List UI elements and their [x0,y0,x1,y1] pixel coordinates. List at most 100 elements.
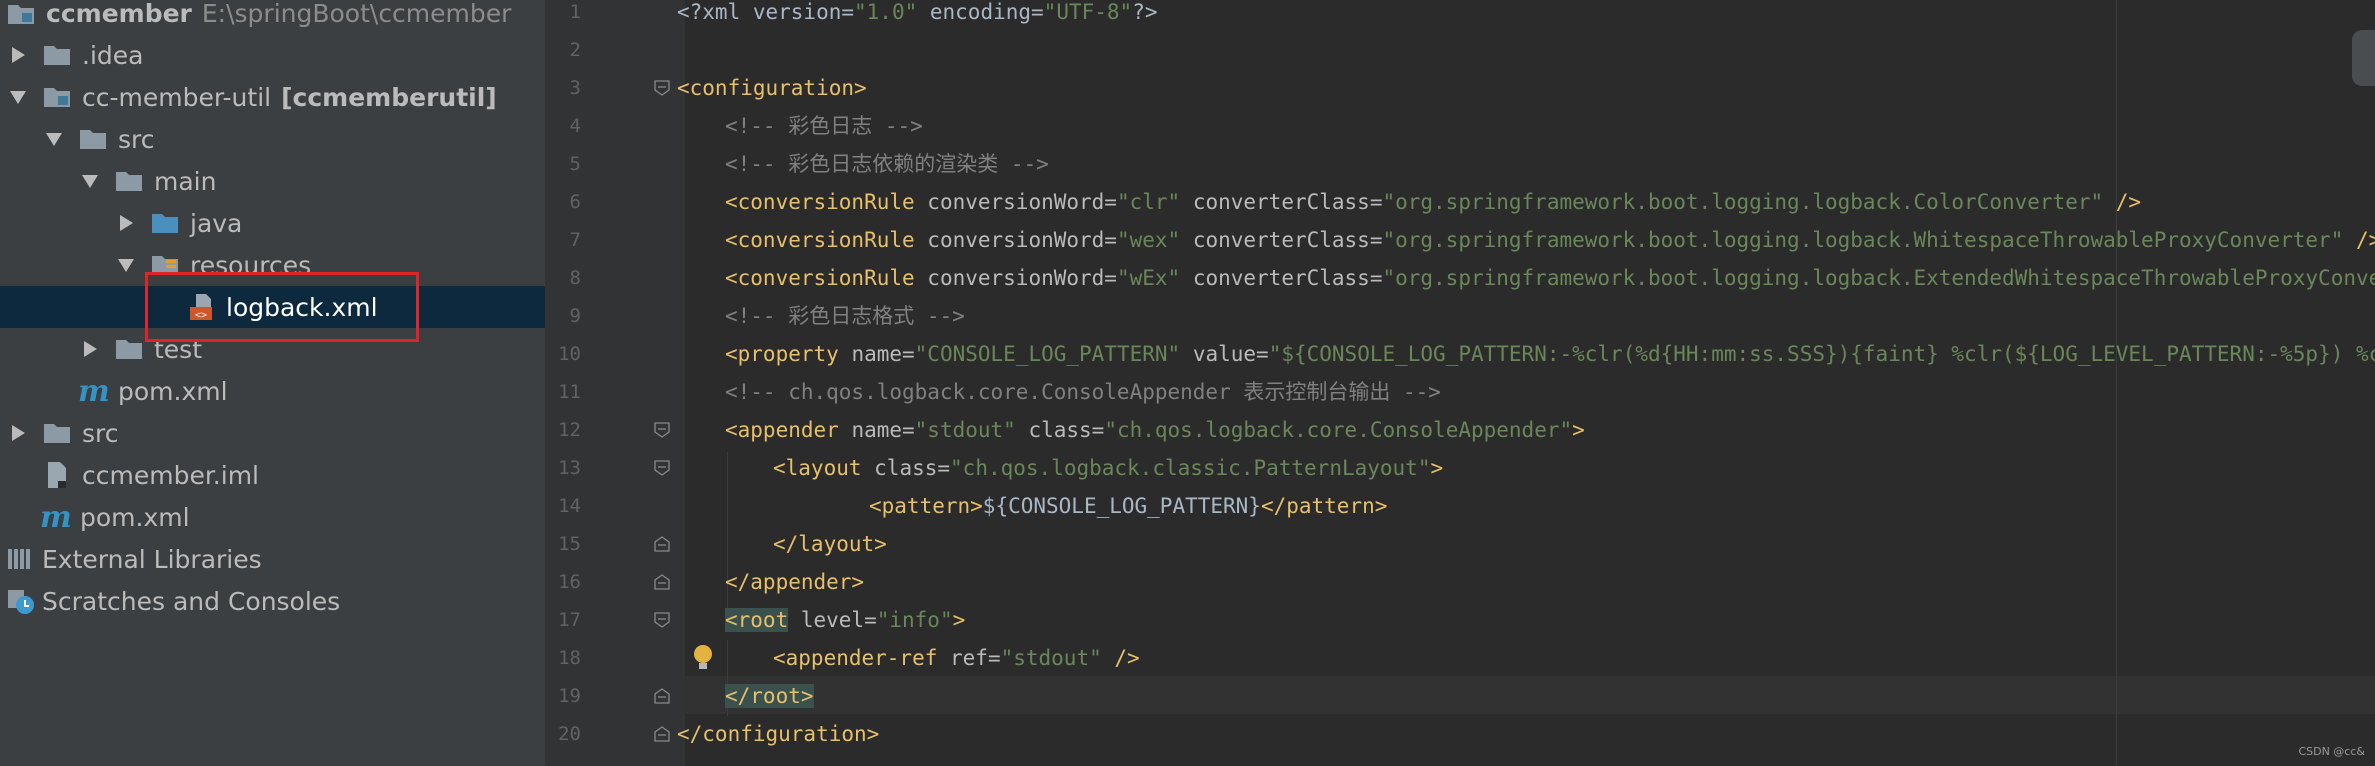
line-number: 10 [558,343,581,365]
tree-item-ccmember-iml[interactable]: ccmember.iml [0,454,545,496]
tree-item-main[interactable]: main [0,160,545,202]
module-folder-icon [6,0,36,27]
tree-item-label: .idea [82,40,144,70]
code-line-7: <conversionRule conversionWord="wex" con… [725,228,2375,252]
line-number: 13 [558,457,581,479]
maven-icon: m [78,373,110,409]
line-number: 3 [569,77,581,99]
current-line-highlight [685,676,2375,714]
tree-item-label: src [82,418,119,448]
scratches-icon [6,587,36,615]
line-number: 6 [569,191,581,213]
tree-item-idea[interactable]: .idea [0,34,545,76]
code-line-11: <!-- ch.qos.logback.core.ConsoleAppender… [725,380,1441,404]
watermark: CSDN @cc& [2298,745,2365,758]
tree-item-java[interactable]: java [0,202,545,244]
tree-item-label: src [118,124,155,154]
tree-item-label: Scratches and Consoles [42,586,341,616]
libraries-icon [6,545,36,573]
fold-open-icon[interactable] [654,80,670,96]
line-number: 20 [558,723,581,745]
line-number: 2 [569,39,581,61]
code-line-16: </appender> [725,570,865,594]
project-path: E:\springBoot\ccmember [201,0,512,28]
chevron-right-icon[interactable] [8,423,28,443]
line-number: 9 [569,305,581,327]
tree-item-label: pom.xml [118,376,228,406]
tree-item-external-libraries[interactable]: External Libraries [0,538,545,580]
tree-item-label: pom.xml [80,502,190,532]
code-line-14: <pattern>${CONSOLE_LOG_PATTERN}</pattern… [869,494,1388,518]
tree-item-pom-xml[interactable]: m pom.xml [0,370,545,412]
line-number: 14 [558,495,581,517]
chevron-down-icon[interactable] [44,129,64,149]
fold-close-icon[interactable] [654,536,670,552]
line-number: 16 [558,571,581,593]
tree-item-label: java [190,208,243,238]
chevron-right-icon[interactable] [8,45,28,65]
code-line-15: </layout> [773,532,887,556]
fold-close-icon[interactable] [654,688,670,704]
tree-item-ccmember[interactable]: ccmember E:\springBoot\ccmember [0,0,545,34]
maven-icon: m [40,499,72,535]
code-line-20: </configuration> [677,722,880,746]
tree-item-cc-member-util[interactable]: cc-member-util [ccmemberutil] [0,76,545,118]
iml-file-icon [42,461,72,489]
line-number: 7 [569,229,581,251]
tree-item-label: ccmember.iml [82,460,260,490]
code-line-1: <?xml version="1.0" encoding="UTF-8"?> [677,0,1158,24]
folder-icon [114,167,144,195]
project-tool-window: ccmember E:\springBoot\ccmember .idea cc… [0,0,545,766]
source-folder-icon [150,209,180,237]
folder-icon [114,335,144,363]
code-line-13: <layout class="ch.qos.logback.classic.Pa… [773,456,1444,480]
fold-close-icon[interactable] [654,574,670,590]
folder-icon [78,125,108,153]
module-folder-icon [42,83,72,111]
code-line-12: <appender name="stdout" class="ch.qos.lo… [725,418,1585,442]
intention-bulb-icon[interactable] [690,643,716,673]
fold-open-icon[interactable] [654,422,670,438]
folder-icon [42,41,72,69]
code-line-3: <configuration> [677,76,867,100]
right-margin-guide [2116,0,2117,766]
tree-item-scratches-and-consoles[interactable]: Scratches and Consoles [0,580,545,622]
fold-open-icon[interactable] [654,612,670,628]
code-line-17: <root level="info"> [725,608,966,632]
code-line-6: <conversionRule conversionWord="clr" con… [725,190,2142,214]
chevron-down-icon[interactable] [8,87,28,107]
fold-close-icon[interactable] [654,726,670,742]
folder-icon [42,419,72,447]
tree-item-pom-xml-root[interactable]: m pom.xml [0,496,545,538]
tree-item-label: cc-member-util [82,82,272,112]
line-number: 4 [569,115,581,137]
fold-open-icon[interactable] [654,460,670,476]
line-number: 19 [558,685,581,707]
line-number: 15 [558,533,581,555]
code-line-5: <!-- 彩色日志依赖的渲染类 --> [725,152,1049,176]
line-number: 12 [558,419,581,441]
module-name: [ccmemberutil] [281,82,497,112]
code-line-9: <!-- 彩色日志格式 --> [725,304,965,328]
line-number: 8 [569,267,581,289]
line-number: 17 [558,609,581,631]
tree-item-label: ccmember [46,0,192,28]
code-line-8: <conversionRule conversionWord="wEx" con… [725,266,2375,290]
chevron-down-icon[interactable] [116,255,136,275]
code-line-10: <property name="CONSOLE_LOG_PATTERN" val… [725,342,2375,366]
line-number: 5 [569,153,581,175]
tree-item-src-root[interactable]: src [0,412,545,454]
line-number: 11 [558,381,581,403]
chevron-right-icon[interactable] [116,213,136,233]
line-number: 18 [558,647,581,669]
scrollbar-marker[interactable] [2352,30,2375,86]
line-number: 1 [569,1,581,23]
code-line-4: <!-- 彩色日志 --> [725,114,923,138]
tree-item-src[interactable]: src [0,118,545,160]
tree-item-label: External Libraries [42,544,262,574]
code-line-18: <appender-ref ref="stdout" /> [773,646,1140,670]
code-line-19: </root> [725,684,814,708]
chevron-right-icon[interactable] [80,339,100,359]
chevron-down-icon[interactable] [80,171,100,191]
annotation-highlight-box [145,272,419,342]
